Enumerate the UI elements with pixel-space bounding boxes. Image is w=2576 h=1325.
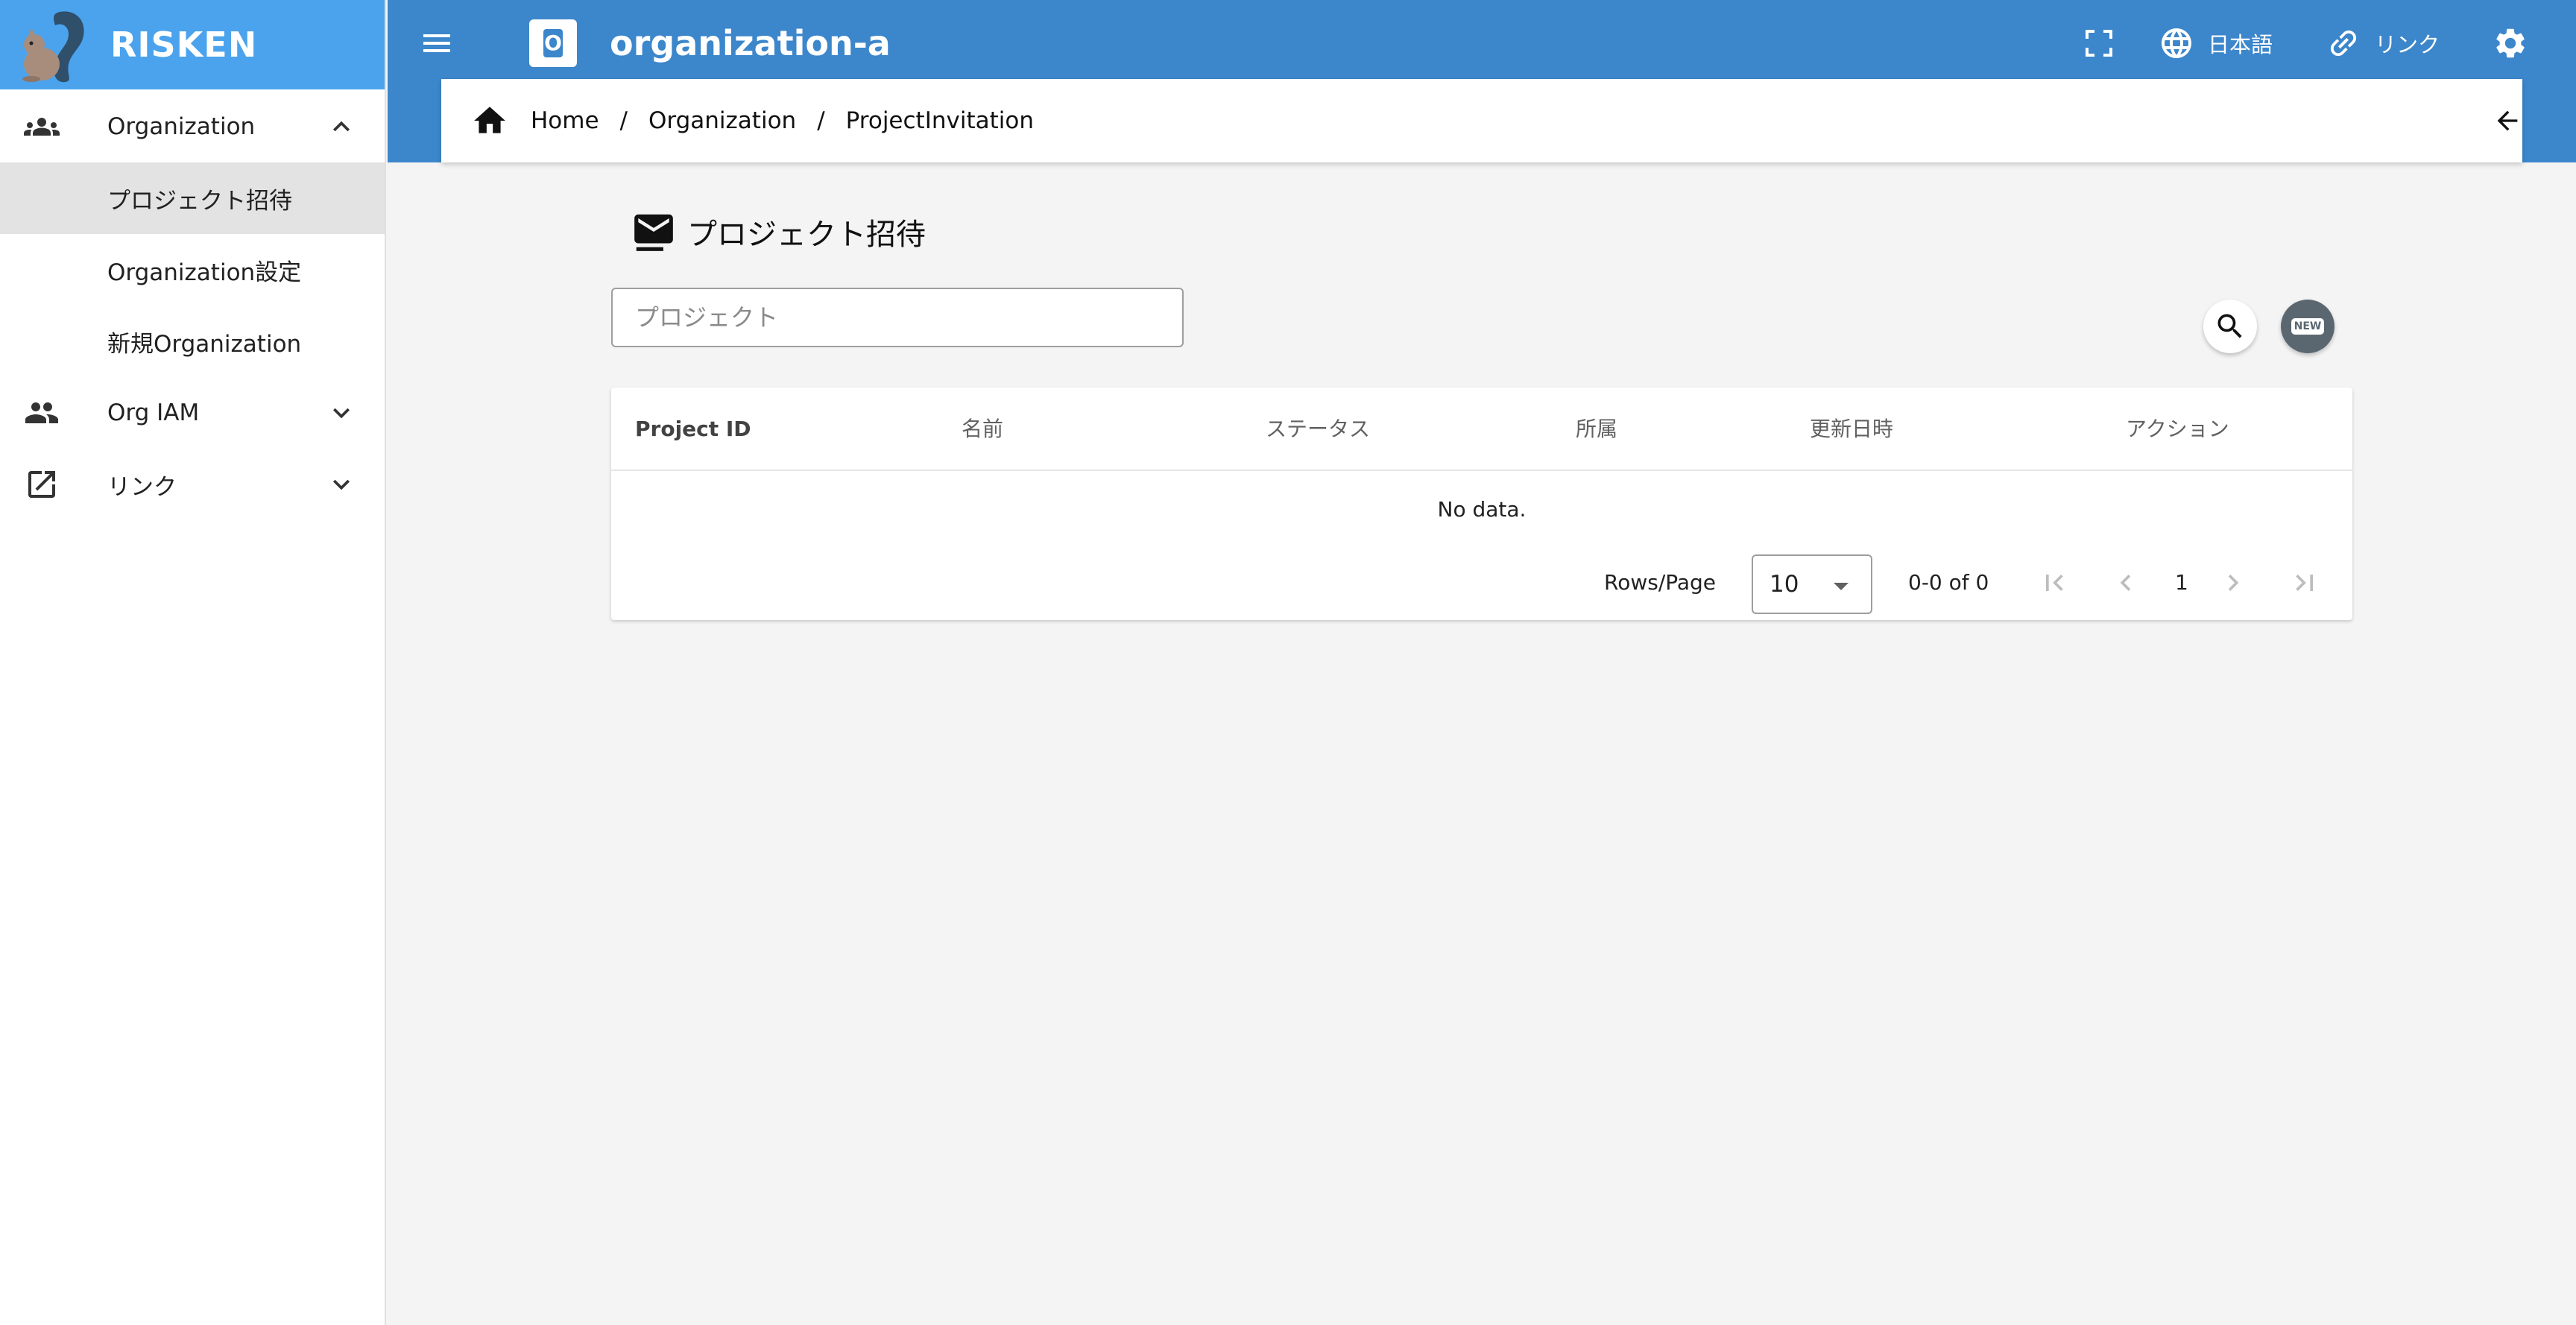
table-pagination: Rows/Page 10 0-0 of 0 1 (611, 547, 2352, 619)
link-icon (2330, 30, 2357, 57)
settings-button[interactable] (2493, 25, 2528, 61)
squirrel-logo-icon (22, 11, 84, 83)
brand-header[interactable]: RISKEN (0, 0, 385, 89)
table-header: Project ID 名前 ステータス 所属 更新日時 アクション (611, 388, 2352, 471)
column-header-updated-at[interactable]: 更新日時 (1810, 388, 1893, 471)
project-search-input[interactable] (611, 288, 1184, 347)
sidebar-item-organization-settings[interactable]: Organization設定 (0, 234, 385, 306)
globe-icon (2162, 28, 2191, 58)
language-button[interactable]: 日本語 (2159, 25, 2273, 61)
organization-avatar-letter: O (543, 29, 563, 57)
open-in-new-icon (28, 471, 55, 498)
breadcrumb-separator: / (817, 107, 825, 134)
chevron-up-icon (333, 121, 350, 132)
search-button[interactable] (2203, 300, 2257, 353)
sidebar-group-label: Org IAM (107, 399, 200, 426)
sidebar-item-new-organization[interactable]: 新規Organization (0, 306, 385, 377)
pagination-range: 0-0 of 0 (1908, 570, 1989, 595)
column-header-action: アクション (2126, 417, 2229, 441)
sidebar-group-label: Organization (107, 113, 256, 140)
sidebar-nav: Organization プロジェクト招待 Organization設定 新規O… (0, 89, 385, 520)
first-page-icon[interactable] (2038, 566, 2071, 599)
arrow-back-icon[interactable] (2493, 106, 2522, 136)
chevron-down-icon (333, 408, 350, 419)
column-header-project-id[interactable]: Project ID (635, 388, 751, 471)
next-page-icon[interactable] (2217, 566, 2250, 599)
sidebar-item-project-invitation[interactable]: プロジェクト招待 (0, 162, 385, 234)
page-title: プロジェクト招待 (631, 207, 926, 256)
sidebar-group-org-iam[interactable]: Org IAM (0, 377, 385, 449)
link-menu-button[interactable]: リンク (2326, 25, 2440, 61)
column-header-status[interactable]: ステータス (1266, 388, 1370, 471)
breadcrumb-current: ProjectInvitation (845, 107, 1034, 134)
new-icon: NEW (2291, 318, 2325, 335)
organization-avatar: O (529, 19, 577, 67)
last-page-icon[interactable] (2288, 566, 2321, 599)
column-header-affiliation[interactable]: 所属 (1576, 388, 1617, 471)
fullscreen-button[interactable] (2081, 25, 2117, 61)
previous-page-icon[interactable] (2109, 566, 2142, 599)
breadcrumb: Home / Organization / ProjectInvitation (441, 79, 2522, 162)
chevron-down-icon (333, 479, 350, 490)
brand-name: RISKEN (110, 25, 258, 65)
people-icon (25, 402, 58, 423)
sidebar-group-organization[interactable]: Organization (0, 91, 385, 162)
breadcrumb-separator: / (619, 107, 628, 134)
table-empty-message: No data. (1437, 497, 1527, 522)
dropdown-arrow-icon (1834, 583, 1849, 590)
organization-name: organization-a (610, 23, 891, 63)
groups-icon (24, 118, 60, 136)
rows-per-page-value: 10 (1770, 571, 1799, 598)
current-page-number[interactable]: 1 (2175, 547, 2188, 619)
rows-per-page-label: Rows/Page (1604, 570, 1717, 595)
sidebar-group-label: リンク (107, 473, 177, 501)
breadcrumb-home[interactable]: Home (531, 107, 599, 134)
sidebar-group-links[interactable]: リンク (0, 449, 385, 520)
page-title-text: プロジェクト招待 (687, 218, 926, 252)
search-icon (2217, 314, 2242, 338)
language-label: 日本語 (2208, 32, 2273, 57)
invitation-table: Project ID 名前 ステータス 所属 更新日時 アクション No dat… (611, 388, 2352, 620)
breadcrumb-organization[interactable]: Organization (648, 107, 796, 134)
new-invitation-button[interactable]: NEW (2281, 300, 2334, 353)
fullscreen-icon (2086, 30, 2112, 57)
column-header-name[interactable]: 名前 (962, 388, 1003, 471)
menu-icon[interactable] (419, 25, 455, 61)
gear-icon (2496, 28, 2525, 58)
home-icon[interactable] (471, 102, 508, 139)
link-label: リンク (2375, 32, 2440, 57)
sidebar: RISKEN Organization プロジェクト招待 Organizatio… (0, 0, 386, 1325)
mail-icon (634, 214, 673, 251)
rows-per-page-select[interactable]: 10 (1752, 554, 1872, 614)
